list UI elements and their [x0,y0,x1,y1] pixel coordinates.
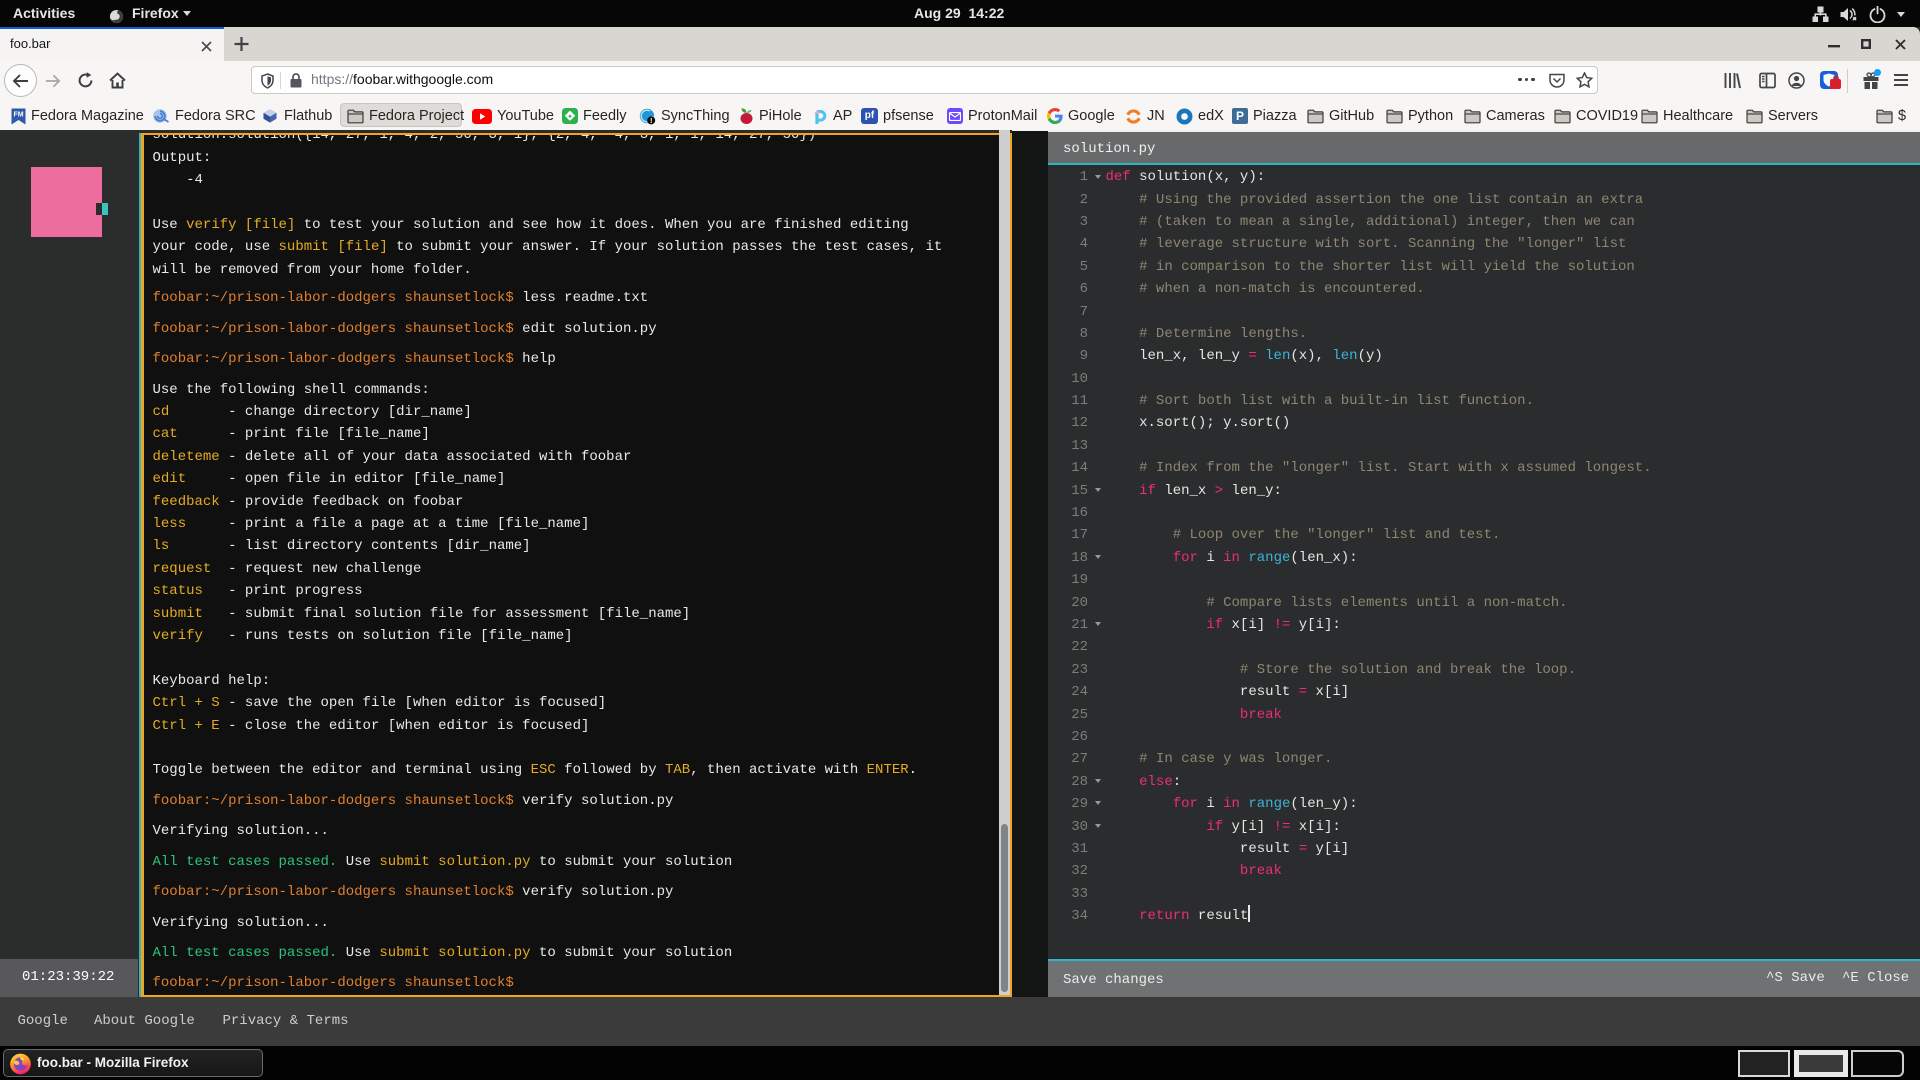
svg-text:FM: FM [13,111,23,118]
svg-text:!: ! [650,116,653,125]
